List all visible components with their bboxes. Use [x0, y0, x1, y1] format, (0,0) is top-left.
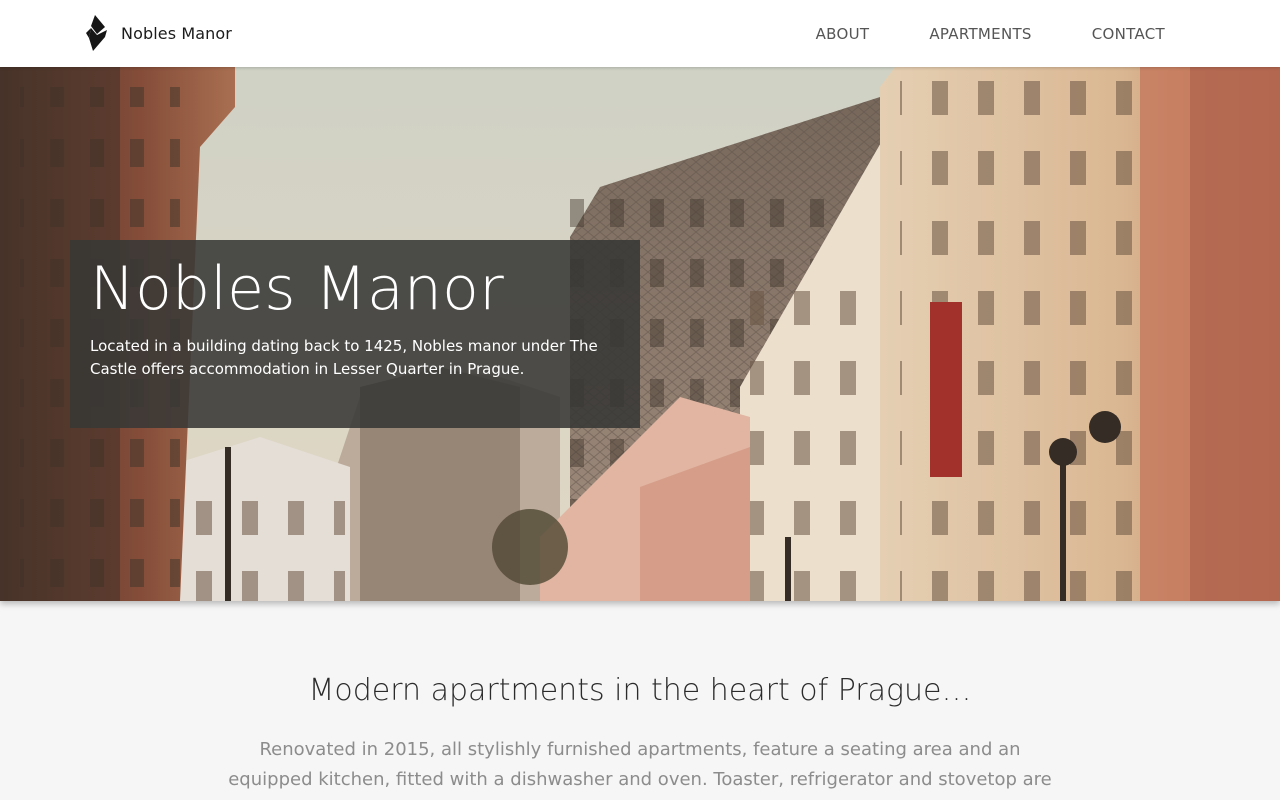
intro-text: Renovated in 2015, all stylishly furnish… — [228, 739, 1052, 800]
diamond-logo-icon — [86, 15, 107, 51]
main-nav: ABOUT APARTMENTS CONTACT — [756, 24, 1165, 44]
intro-heading: Modern apartments in the heart of Prague… — [308, 673, 972, 708]
hero-description: Located in a building dating back to 142… — [90, 337, 598, 378]
nav-about[interactable]: ABOUT — [816, 24, 870, 44]
intro-section: Modern apartments in the heart of Prague… — [0, 601, 1280, 800]
nav-apartments[interactable]: APARTMENTS — [929, 24, 1031, 44]
brand-home-link[interactable]: Nobles Manor — [85, 13, 232, 53]
hero-section: Nobles Manor Located in a building datin… — [0, 67, 1280, 601]
hero-card: Nobles Manor Located in a building datin… — [70, 240, 640, 428]
site-header: Nobles Manor ABOUT APARTMENTS CONTACT — [0, 0, 1280, 67]
hero-title: Nobles Manor — [90, 254, 504, 324]
nav-contact[interactable]: CONTACT — [1092, 24, 1165, 44]
brand-name: Nobles Manor — [121, 23, 232, 43]
